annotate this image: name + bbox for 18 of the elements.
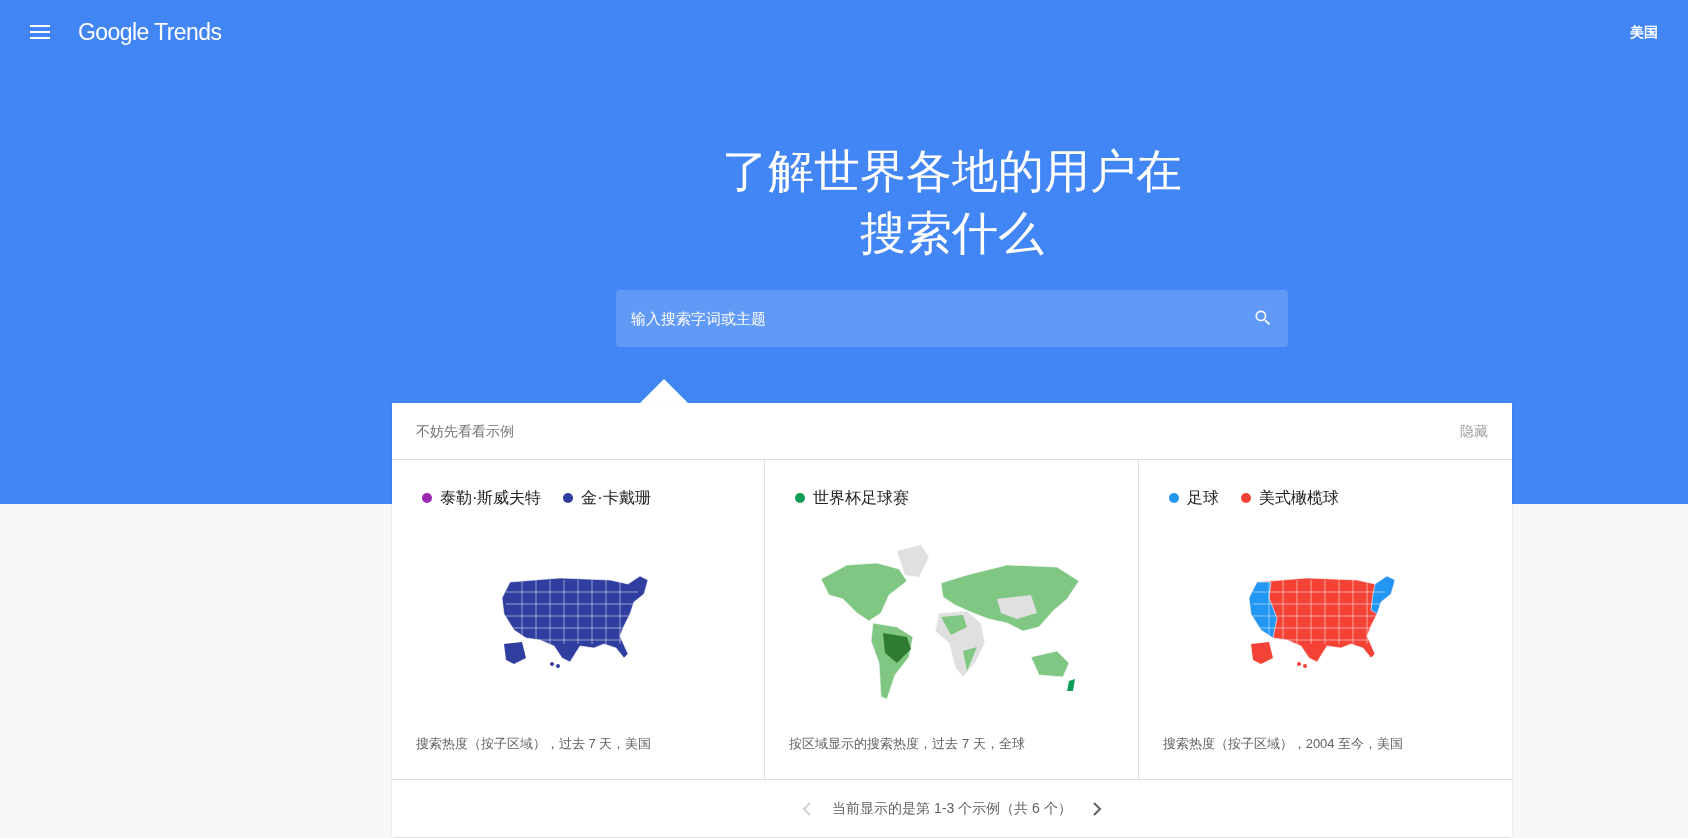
next-icon[interactable] <box>1091 801 1102 816</box>
search-term: 世界杯足球赛 <box>813 488 910 508</box>
search-term: 美式橄榄球 <box>1258 488 1339 508</box>
region-link[interactable]: 美国 <box>1630 21 1658 43</box>
hide-link[interactable]: 隐藏 <box>1460 420 1488 442</box>
pager-text: 当前显示的是第 1-3 个示例（共 6 个） <box>832 799 1072 818</box>
search-field[interactable]: 输入搜索字词或主题 <box>616 290 1288 347</box>
hero-title: 了解世界各地的用户在 搜索什么 <box>722 144 1182 261</box>
map-caption: 搜索热度（按子区域），过去 7 天，美国 <box>416 734 653 753</box>
search-term: 泰勒·斯威夫特 <box>440 488 542 508</box>
search-icon[interactable] <box>1253 308 1273 328</box>
menu-icon[interactable] <box>30 25 50 39</box>
search-term: 足球 <box>1186 488 1219 508</box>
search-term: 金·卡戴珊 <box>581 488 651 508</box>
map-caption: 搜索热度（按子区域），2004 至今，美国 <box>1162 734 1405 753</box>
examples-heading: 不妨先看看示例 <box>416 421 514 441</box>
map-caption: 按区域显示的搜索热度，过去 7 天，全球 <box>789 734 1026 753</box>
logo[interactable]: Google Trends <box>78 14 222 50</box>
